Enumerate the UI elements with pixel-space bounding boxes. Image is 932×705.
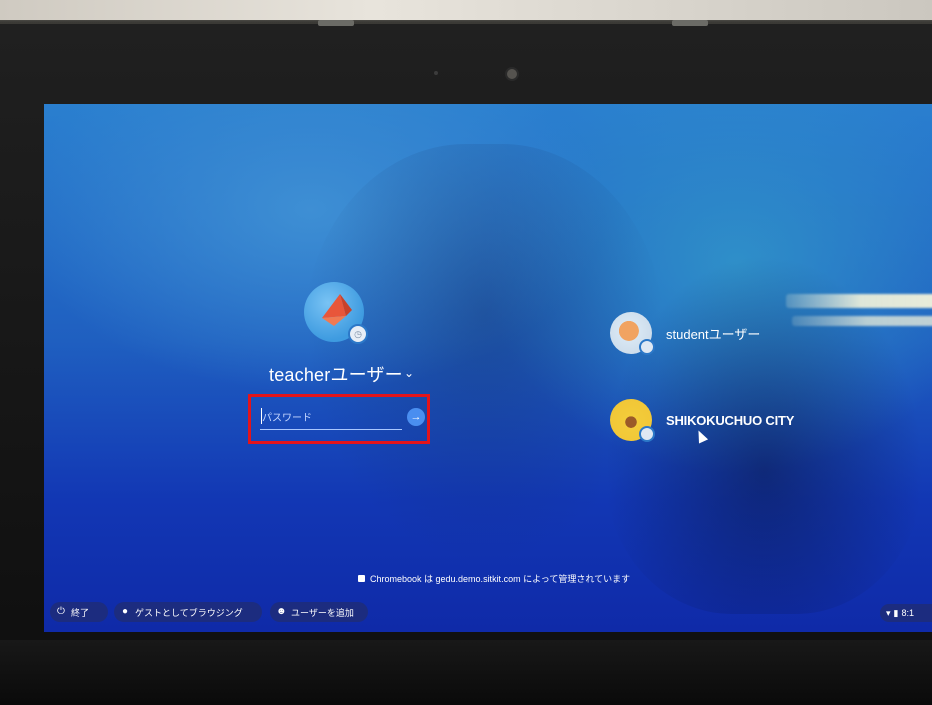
enterprise-icon: [358, 575, 365, 582]
managed-notice: Chromebook は gedu.demo.sitkit.com によって管理…: [358, 572, 630, 585]
clock-time: 8:1: [901, 608, 914, 618]
add-user-button[interactable]: ☻ ユーザーを追加: [270, 602, 368, 622]
laptop-bezel-bottom: [0, 640, 932, 705]
lid-hinge: [318, 20, 354, 26]
laptop-lid-edge: [0, 0, 932, 20]
account-badge-icon: ◷: [348, 324, 368, 344]
teacher-avatar[interactable]: ◷: [304, 282, 368, 344]
login-screen: ◷ teacherユーザー ⌄ → studentユーザー SHIKOKUCHU…: [44, 104, 932, 632]
wifi-icon: ▾: [886, 607, 891, 618]
light-reflection: [786, 294, 932, 308]
status-tray[interactable]: ▾ ▮ 8:1: [880, 604, 932, 622]
browse-as-guest-button[interactable]: ● ゲストとしてブラウジング: [114, 602, 262, 622]
submit-arrow-button[interactable]: →: [407, 408, 425, 426]
battery-icon: ▮: [893, 607, 899, 618]
user-pod-student[interactable]: studentユーザー: [610, 312, 761, 355]
add-user-label: ユーザーを追加: [291, 607, 354, 618]
shutdown-label: 終了: [71, 607, 90, 618]
chevron-down-icon[interactable]: ⌄: [404, 366, 414, 380]
city-avatar: [610, 399, 655, 442]
teacher-user-name[interactable]: teacherユーザー: [269, 361, 403, 387]
password-input[interactable]: [260, 407, 402, 430]
user-pod-label: SHIKOKUCHUO CITY: [666, 412, 795, 428]
sensor-dot: [434, 71, 438, 75]
power-icon: ⏻: [57, 606, 65, 617]
lid-hinge: [672, 20, 708, 26]
guest-icon: ●: [121, 606, 129, 617]
add-person-icon: ☻: [276, 606, 287, 617]
account-badge-icon: [639, 426, 655, 442]
shutdown-button[interactable]: ⏻ 終了: [50, 602, 108, 622]
text-caret: [261, 408, 262, 424]
login-shelf: ⏻ 終了 ● ゲストとしてブラウジング ☻ ユーザーを追加 ▾ ▮ 8:1: [44, 598, 932, 632]
webcam: [505, 67, 519, 81]
light-reflection: [792, 316, 932, 326]
managed-notice-text: Chromebook は gedu.demo.sitkit.com によって管理…: [370, 574, 631, 584]
guest-label: ゲストとしてブラウジング: [135, 607, 243, 618]
user-pod-label: studentユーザー: [666, 326, 761, 342]
account-badge-icon: [639, 339, 655, 355]
student-avatar: [610, 312, 655, 355]
